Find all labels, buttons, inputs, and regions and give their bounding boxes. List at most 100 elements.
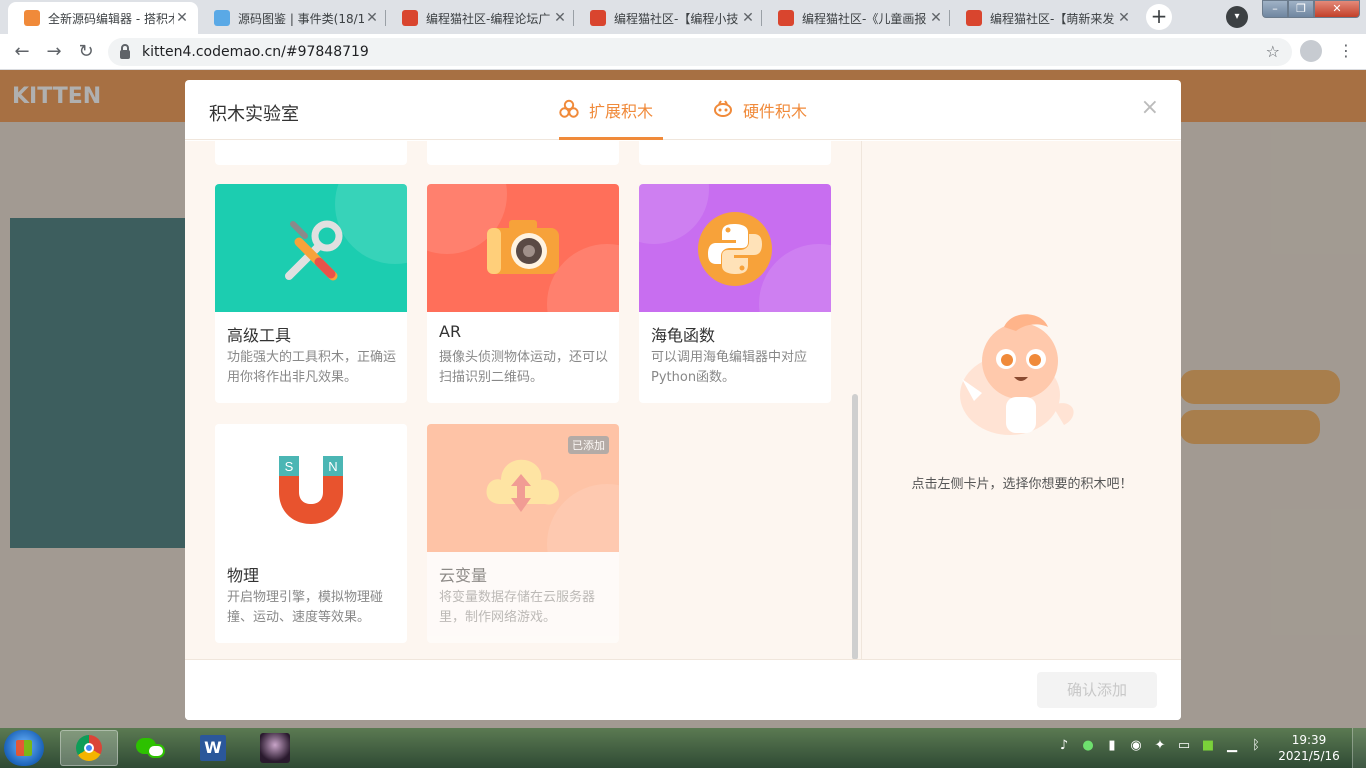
tab-close-icon[interactable]: ✕	[740, 10, 756, 26]
modal-close-icon[interactable]: ×	[1141, 96, 1159, 120]
network-tool-icon[interactable]: ✦	[1152, 738, 1168, 754]
bluetooth-icon[interactable]: ᛒ	[1248, 738, 1264, 754]
tab-title: 源码图鉴 | 事件类(18/1	[238, 11, 364, 26]
python-icon	[698, 212, 772, 286]
camera-icon	[487, 220, 559, 274]
tab-title: 编程猫社区-【编程小技	[614, 11, 739, 26]
tools-icon	[285, 220, 343, 281]
avatar-app-icon	[260, 733, 290, 763]
card-description: 功能强大的工具积木，正确运用你将作出非凡效果。	[227, 350, 397, 385]
browser-tab-forum-3[interactable]: 编程猫社区-《儿童画报 ✕	[762, 2, 952, 34]
card-list-scrollbar[interactable]	[849, 141, 859, 660]
windows-taskbar: W ♪ ● ▮ ◉ ✦ ▭ ■ ▁ ᛒ 19:39 2021/5/16	[0, 728, 1366, 768]
guide-favicon-icon	[214, 10, 230, 26]
browser-toolbar: ← → ↻ kitten4.codemao.cn/#97848719 ☆	[0, 34, 1366, 70]
signal-icon[interactable]: ▁	[1224, 738, 1240, 754]
taskbar-word[interactable]: W	[184, 730, 242, 766]
scrollbar-thumb[interactable]	[852, 394, 858, 660]
volume-icon[interactable]: ♪	[1056, 738, 1072, 754]
card-stub[interactable]	[639, 141, 831, 165]
monitor-icon[interactable]: ▭	[1176, 738, 1192, 754]
card-title: 海龟函数	[651, 326, 716, 345]
tab-label: 硬件积木	[743, 102, 808, 121]
tab-close-icon[interactable]: ✕	[552, 10, 568, 26]
card-physics[interactable]: S N 物理 开启物理引擎，模拟物理碰撞、运动、速度等效果。	[215, 424, 407, 643]
lock-icon[interactable]	[120, 43, 130, 59]
wechat-tray-icon[interactable]: ●	[1080, 738, 1096, 754]
battery-icon[interactable]: ▮	[1104, 738, 1120, 754]
taskbar-avatar-app[interactable]	[246, 730, 304, 766]
codemao-favicon-icon	[24, 10, 40, 26]
codemao-community-favicon-icon	[778, 10, 794, 26]
tab-close-icon[interactable]: ✕	[364, 10, 380, 26]
modal-title: 积木实验室	[209, 104, 299, 125]
codemao-community-favicon-icon	[966, 10, 982, 26]
modal-footer: 确认添加	[185, 659, 1181, 720]
tab-title: 编程猫社区-【萌新来发	[990, 11, 1115, 26]
card-banner	[215, 184, 407, 312]
card-description: 开启物理引擎，模拟物理碰撞、运动、速度等效果。	[227, 590, 384, 625]
card-turtle-functions[interactable]: 海龟函数 可以调用海龟编辑器中对应Python函数。	[639, 184, 831, 403]
address-bar[interactable]: kitten4.codemao.cn/#97848719 ☆	[108, 38, 1292, 66]
extension-card-list[interactable]: 高级工具 功能强大的工具积木，正确运用你将作出非凡效果。 AR 摄像头侦测物体运…	[185, 141, 861, 659]
tab-close-icon[interactable]: ✕	[928, 10, 944, 26]
card-description: 摄像头侦测物体运动，还可以扫描识别二维码。	[439, 350, 609, 385]
codemao-community-favicon-icon	[590, 10, 606, 26]
card-stub[interactable]	[215, 141, 407, 165]
system-clock[interactable]: 19:39 2021/5/16	[1276, 732, 1342, 764]
reload-icon[interactable]: ↻	[74, 40, 98, 64]
browser-tab-forum-2[interactable]: 编程猫社区-【编程小技 ✕	[574, 2, 764, 34]
show-desktop-button[interactable]	[1352, 728, 1366, 768]
side-hint-text: 点击左侧卡片，选择你想要的积木吧！	[911, 477, 1133, 492]
browser-tab-guide[interactable]: 源码图鉴 | 事件类(18/1 ✕	[198, 2, 388, 34]
card-advanced-tools[interactable]: 高级工具 功能强大的工具积木，正确运用你将作出非凡效果。	[215, 184, 407, 403]
tab-close-icon[interactable]: ✕	[174, 10, 190, 26]
svg-text:S: S	[285, 459, 294, 474]
tab-label: 扩展积木	[589, 102, 654, 121]
block-lab-modal: 积木实验室 扩展积木 硬件积木 × 高级工具 功能强大的工具积木，正确运用你将作…	[185, 80, 1181, 720]
hardware-blocks-icon	[714, 100, 732, 117]
back-icon[interactable]: ←	[10, 40, 34, 64]
word-icon: W	[200, 735, 226, 761]
card-title: 云变量	[439, 566, 488, 585]
profile-icon[interactable]	[1300, 40, 1322, 62]
browser-tab-editor[interactable]: 全新源码编辑器 - 搭积木 ✕	[8, 2, 198, 34]
card-stub[interactable]	[427, 141, 619, 165]
window-controls: – ❐ ✕	[1262, 0, 1366, 20]
window-close-icon[interactable]: ✕	[1314, 0, 1360, 18]
card-banner	[427, 184, 619, 312]
menu-icon[interactable]: ⋮	[1338, 41, 1354, 61]
taskbar-wechat[interactable]	[122, 730, 180, 766]
browser-tab-forum-1[interactable]: 编程猫社区-编程论坛广 ✕	[386, 2, 576, 34]
chrome-icon	[76, 735, 102, 761]
modal-header: 积木实验室 扩展积木 硬件积木 ×	[185, 80, 1181, 140]
wechat-icon	[136, 736, 166, 760]
minimize-icon[interactable]: –	[1262, 0, 1288, 18]
card-description: 可以调用海龟编辑器中对应Python函数。	[651, 350, 808, 385]
card-banner	[639, 184, 831, 312]
maximize-icon[interactable]: ❐	[1288, 0, 1314, 18]
tab-hardware-blocks[interactable]: 硬件积木	[713, 98, 807, 140]
clock-time: 19:39	[1291, 733, 1327, 747]
card-cloud-variables[interactable]: 已添加 云变量 将变量数据存储在云服务器里，制作网络游戏。	[427, 424, 619, 643]
url-text: kitten4.codemao.cn/#97848719	[142, 44, 369, 60]
tab-title: 全新源码编辑器 - 搭积木	[48, 11, 174, 26]
cloud-upload-icon	[486, 459, 559, 512]
tab-search-icon[interactable]: ▾	[1226, 6, 1248, 28]
clock-date: 2021/5/16	[1278, 749, 1340, 763]
confirm-add-button[interactable]: 确认添加	[1037, 672, 1157, 708]
new-tab-button[interactable]: +	[1146, 4, 1172, 30]
detail-panel: 点击左侧卡片，选择你想要的积木吧！	[861, 141, 1181, 659]
card-title: AR	[439, 322, 462, 341]
card-ar[interactable]: AR 摄像头侦测物体运动，还可以扫描识别二维码。	[427, 184, 619, 403]
qq-icon[interactable]: ◉	[1128, 738, 1144, 754]
forward-icon[interactable]: →	[42, 40, 66, 64]
star-icon[interactable]: ☆	[1266, 42, 1280, 61]
nvidia-icon[interactable]: ■	[1200, 738, 1216, 754]
taskbar-chrome[interactable]	[60, 730, 118, 766]
tab-extension-blocks[interactable]: 扩展积木	[559, 98, 663, 140]
start-button[interactable]	[4, 730, 44, 766]
extension-blocks-icon	[559, 99, 579, 118]
browser-tab-forum-4[interactable]: 编程猫社区-【萌新来发 ✕	[950, 2, 1140, 34]
tab-close-icon[interactable]: ✕	[1116, 10, 1132, 26]
